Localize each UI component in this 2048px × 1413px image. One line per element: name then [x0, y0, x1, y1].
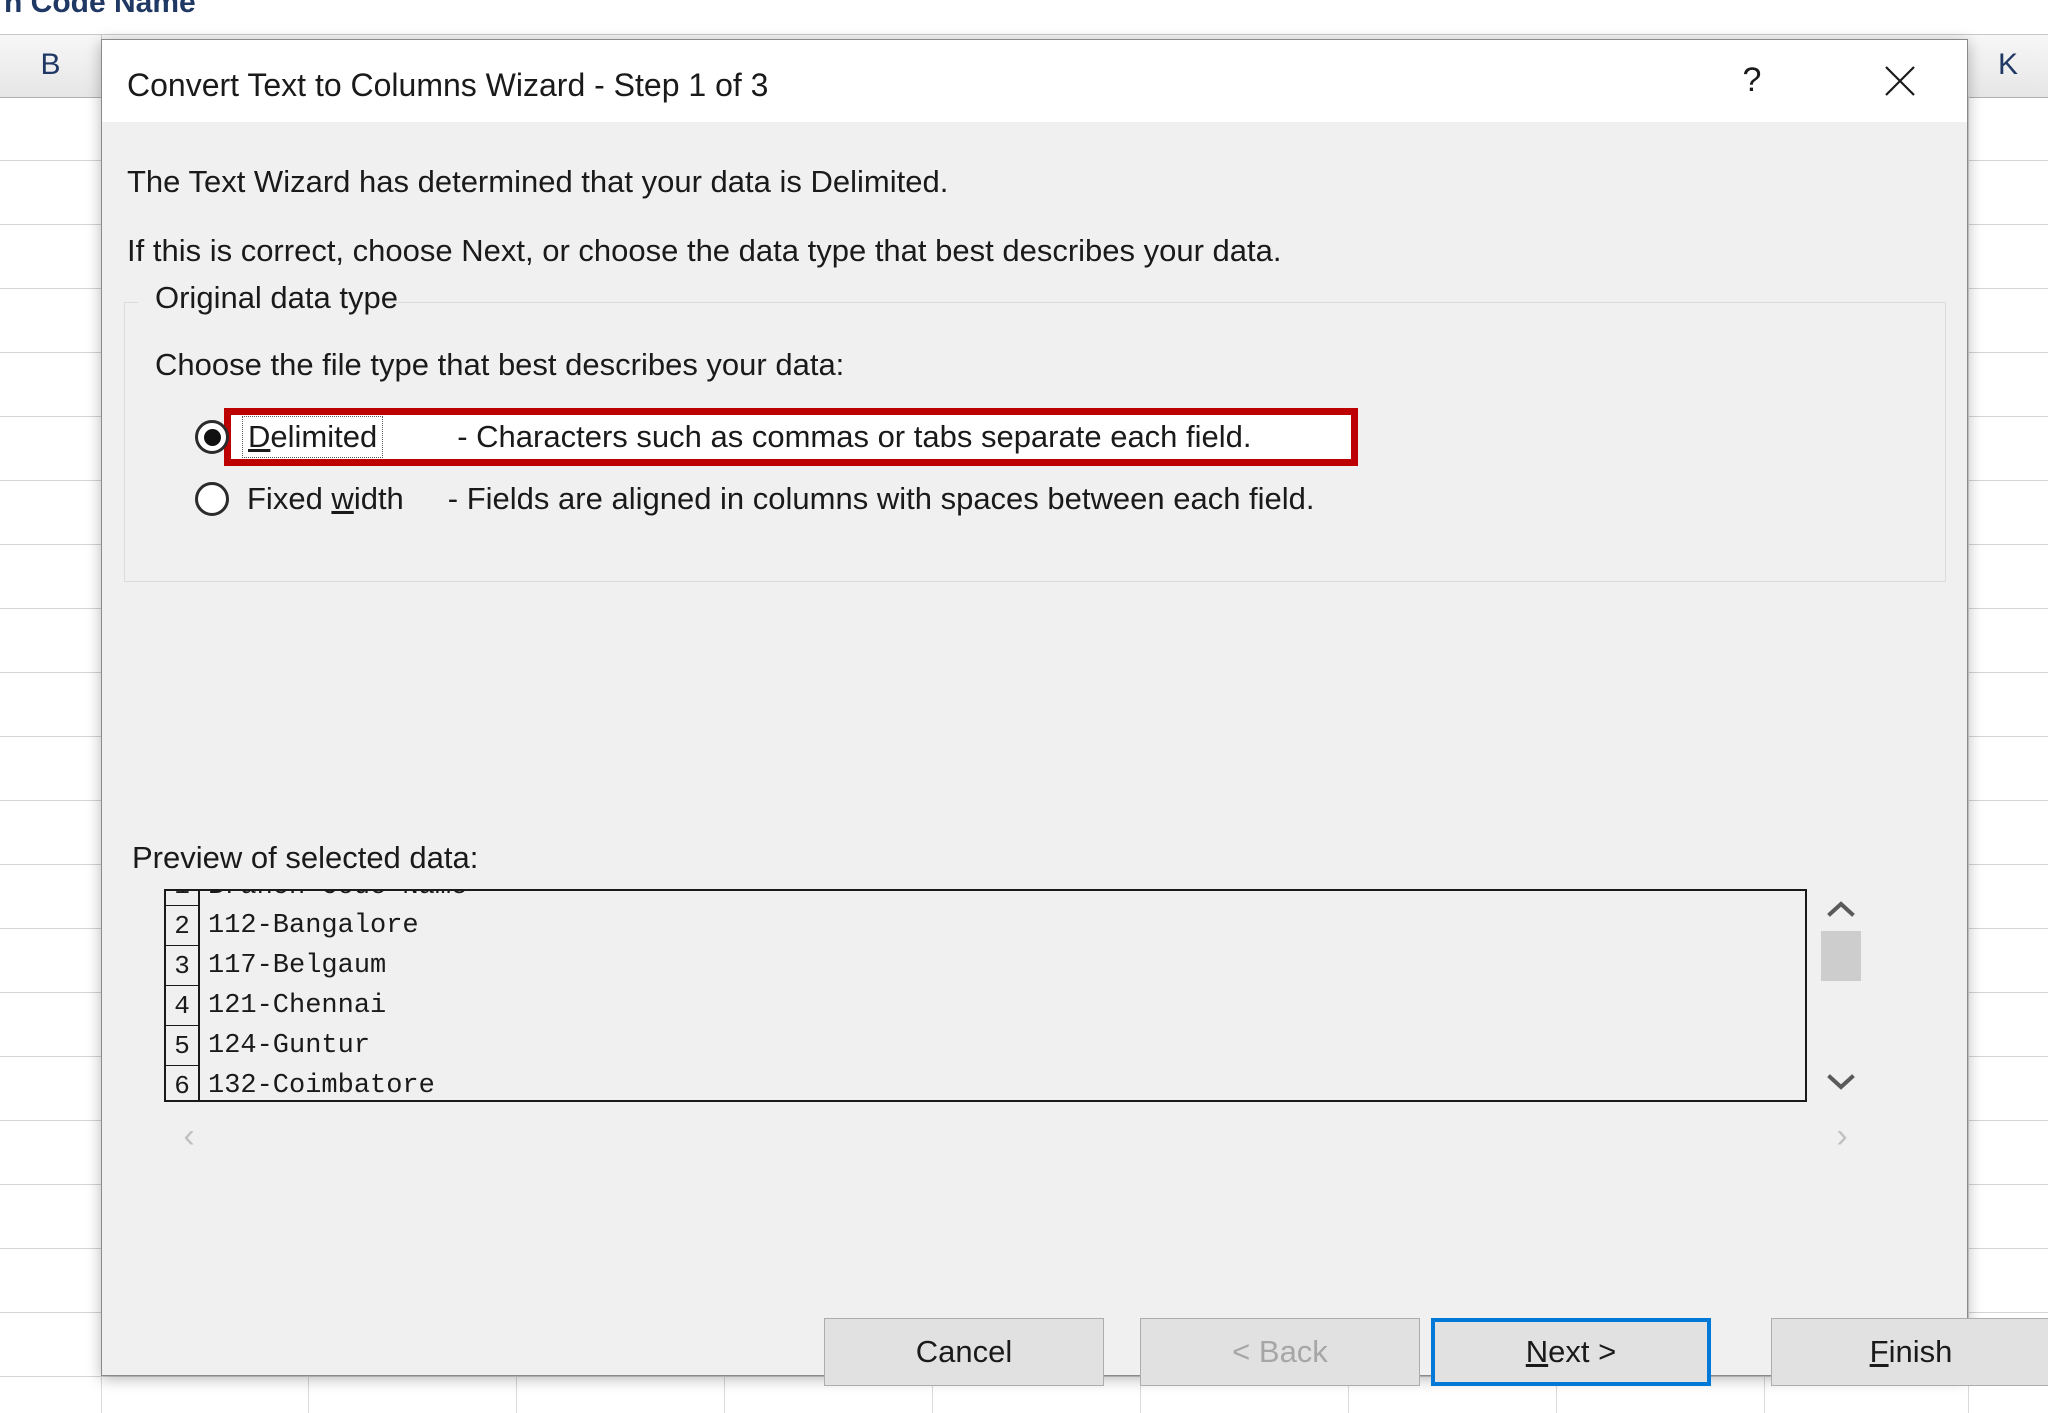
preview-row-number: 2 [166, 906, 200, 946]
column-header-k[interactable]: K [1968, 34, 2048, 96]
preview-row-text: 132-Coimbatore [208, 1071, 435, 1101]
preview-row-number: 4 [166, 986, 200, 1026]
radio-description-fixed-width: - Fields are aligned in columns with spa… [447, 481, 1315, 516]
close-icon [1885, 66, 1915, 96]
radio-description-delimited: - Characters such as commas or tabs sepa… [457, 419, 1252, 454]
preview-label: Preview of selected data: [132, 840, 479, 875]
radio-selected-dot [203, 428, 221, 446]
dialog-titlebar: Convert Text to Columns Wizard - Step 1 … [102, 40, 1967, 122]
original-data-type-group: Original data type Choose the file type … [124, 280, 1946, 582]
intro-line-1: The Text Wizard has determined that your… [127, 164, 949, 199]
chevron-up-icon [1827, 901, 1855, 917]
choose-file-type-label: Choose the file type that best describes… [155, 347, 845, 382]
preview-row: 3 117-Belgaum [166, 946, 1805, 986]
preview-row-text: 121-Chennai [208, 991, 387, 1021]
preview-row-number: 6 [166, 1066, 200, 1100]
scroll-down-button[interactable] [1815, 1062, 1867, 1102]
finish-button[interactable]: Finish [1771, 1318, 2048, 1386]
dialog-body: The Text Wizard has determined that your… [102, 122, 2048, 1386]
radio-option-fixed-width[interactable]: Fixed width - Fields are aligned in colu… [195, 470, 1315, 528]
close-button[interactable] [1857, 40, 1943, 122]
back-button[interactable]: < Back [1140, 1318, 1420, 1386]
svg-text:?: ? [1743, 61, 1762, 99]
question-mark-icon: ? [1743, 61, 1762, 99]
cancel-button[interactable]: Cancel [824, 1318, 1104, 1386]
preview-row-text: Branch Code-Name [200, 891, 1805, 907]
help-button[interactable]: ? [1709, 40, 1795, 122]
preview-row-text: 124-Guntur [208, 1031, 371, 1061]
radio-label-delimited: Delimited [242, 416, 384, 458]
chevron-down-icon [1827, 1074, 1855, 1090]
intro-line-2: If this is correct, choose Next, or choo… [127, 233, 1282, 268]
preview-pane[interactable]: 1 Branch Code-Name 2 112-Bangalore 3 117… [164, 889, 1807, 1102]
next-button[interactable]: Next > [1431, 1318, 1711, 1386]
scroll-up-button[interactable] [1815, 889, 1867, 929]
radio-button-fixed-width[interactable] [195, 482, 229, 516]
group-legend: Original data type [147, 280, 406, 316]
scroll-left-button[interactable]: ‹ [164, 1108, 214, 1164]
preview-row-text: 112-Bangalore [208, 911, 419, 941]
preview-row-number: 3 [166, 946, 200, 986]
scroll-right-button[interactable]: › [1817, 1108, 1867, 1164]
preview-rows-container: 1 Branch Code-Name 2 112-Bangalore 3 117… [166, 891, 1805, 1101]
scrollbar-thumb[interactable] [1821, 931, 1861, 981]
preview-row: 5 124-Guntur [166, 1026, 1805, 1066]
radio-option-delimited[interactable]: Delimited - Characters such as commas or… [195, 408, 1252, 466]
preview-row: 4 121-Chennai [166, 986, 1805, 1026]
background-cut-text: h Code Name [4, 0, 196, 19]
preview-row: 6 132-Coimbatore [166, 1066, 1805, 1101]
preview-row-number: 1 [166, 891, 200, 906]
preview-row-number: 5 [166, 1026, 200, 1066]
preview-row-text: 117-Belgaum [208, 951, 387, 981]
column-header-b[interactable]: B [0, 34, 102, 96]
dialog-title: Convert Text to Columns Wizard - Step 1 … [127, 67, 769, 103]
preview-vertical-scrollbar[interactable] [1815, 889, 1867, 1102]
preview-row: 2 112-Bangalore [166, 906, 1805, 946]
preview-row: 1 Branch Code-Name [166, 891, 1805, 907]
radio-button-delimited[interactable] [195, 420, 229, 454]
radio-label-fixed-width: Fixed width [247, 481, 404, 516]
preview-horizontal-scrollbar[interactable]: ‹ › [164, 1108, 1867, 1164]
convert-text-to-columns-wizard-dialog: Convert Text to Columns Wizard - Step 1 … [101, 39, 2048, 1386]
